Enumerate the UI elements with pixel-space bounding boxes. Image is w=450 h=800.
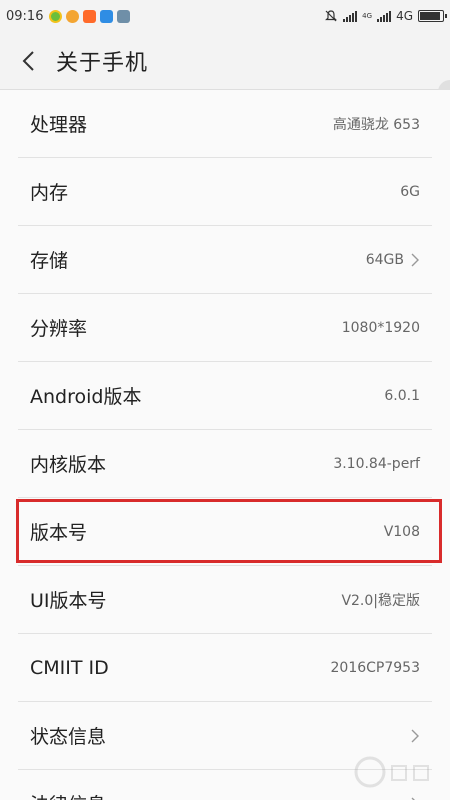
network-type-label: 4G <box>396 9 413 23</box>
chevron-right-icon <box>411 729 419 742</box>
setting-row-resolution: 分辨率 1080*1920 <box>18 294 432 362</box>
setting-row-processor: 处理器 高通骁龙 653 <box>18 90 432 158</box>
title-bar: 关于手机 <box>0 32 450 90</box>
watermark-logo-icon <box>354 756 429 788</box>
status-left: 09:16 <box>6 8 131 24</box>
setting-label: Android版本 <box>30 386 142 408</box>
setting-row-memory: 内存 6G <box>18 158 432 226</box>
chevron-right-icon <box>411 253 419 266</box>
setting-label: 状态信息 <box>30 726 107 748</box>
status-right: 4G 4G <box>324 9 447 23</box>
setting-label: 存储 <box>30 250 69 272</box>
setting-value: 2016CP7953 <box>330 659 420 676</box>
signal-icon <box>343 10 358 22</box>
status-bar: 09:16 4G 4G <box>0 0 450 32</box>
app-notification-icon <box>66 9 80 23</box>
setting-value: 3.10.84-perf <box>333 455 420 472</box>
setting-label: 版本号 <box>30 522 88 544</box>
battery-icon <box>418 10 447 22</box>
setting-value: 高通骁龙 653 <box>332 116 420 133</box>
setting-value: V2.0|稳定版 <box>341 592 420 609</box>
back-arrow-icon <box>22 50 34 71</box>
setting-value: V108 <box>383 523 420 540</box>
chevron-right-icon <box>411 797 416 800</box>
mute-bell-icon <box>325 10 338 22</box>
setting-value: 1080*1920 <box>341 319 420 336</box>
setting-label: 内核版本 <box>30 454 107 476</box>
app-notification-icon <box>83 9 97 23</box>
back-button[interactable] <box>0 32 56 90</box>
setting-row-storage[interactable]: 存储 64GB <box>18 226 432 294</box>
page-title: 关于手机 <box>56 50 149 76</box>
setting-value: 6G <box>400 183 420 200</box>
setting-row-android-version: Android版本 6.0.1 <box>18 362 432 430</box>
status-time: 09:16 <box>6 8 44 24</box>
app-notification-icon <box>49 9 63 23</box>
setting-label: 内存 <box>30 182 69 204</box>
setting-row-build-number[interactable]: 版本号 V108 <box>16 498 442 566</box>
network-small-label: 4G <box>362 12 373 20</box>
app-notification-icon <box>100 9 114 23</box>
settings-list: 处理器 高通骁龙 653 内存 6G 存储 64GB 分辨率 1080*1920… <box>0 90 450 800</box>
setting-value: 64GB <box>365 251 404 268</box>
upload-notification-icon <box>117 9 131 23</box>
signal-icon <box>377 10 392 22</box>
setting-value: 6.0.1 <box>384 387 420 404</box>
setting-label: 处理器 <box>30 114 88 136</box>
setting-label: 分辨率 <box>30 318 88 340</box>
setting-row-cmiit-id: CMIIT ID 2016CP7953 <box>18 634 432 702</box>
setting-label: CMIIT ID <box>30 656 109 679</box>
setting-label: 法律信息 <box>30 790 106 800</box>
setting-row-kernel-version: 内核版本 3.10.84-perf <box>18 430 432 498</box>
setting-label: UI版本号 <box>30 590 107 612</box>
setting-row-ui-version: UI版本号 V2.0|稳定版 <box>18 566 432 634</box>
